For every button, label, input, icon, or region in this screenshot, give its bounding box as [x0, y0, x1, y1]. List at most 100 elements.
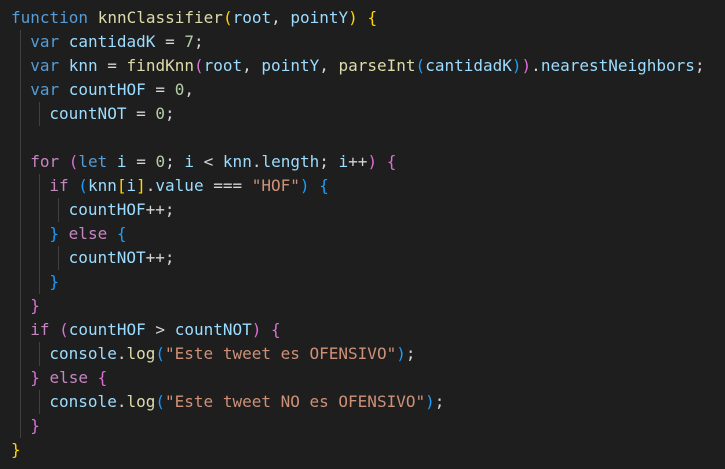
indent-guide	[38, 270, 40, 294]
code-line[interactable]: } else {	[11, 222, 725, 246]
code-line[interactable]: for (let i = 0; i < knn.length; i++) {	[11, 150, 725, 174]
code-editor[interactable]: function knnClassifier(root, pointY) { va…	[0, 0, 725, 469]
code-line[interactable]: if (knn[i].value === "HOF") {	[11, 174, 725, 198]
code-token: log	[126, 344, 156, 363]
code-token: }	[30, 416, 40, 435]
code-token: <	[194, 152, 223, 171]
indent-guide	[19, 414, 21, 438]
code-line[interactable]: }	[11, 270, 725, 294]
code-token: var	[30, 80, 60, 99]
code-token: knn	[87, 176, 117, 195]
code-token: (	[193, 56, 204, 75]
indent-guide	[19, 198, 21, 222]
code-line[interactable]: countHOF++;	[11, 198, 725, 222]
code-line[interactable]: function knnClassifier(root, pointY) {	[11, 6, 725, 30]
code-token: )	[367, 152, 378, 171]
indent-guide	[38, 174, 40, 198]
code-token: ;	[694, 56, 705, 75]
code-token: )	[425, 392, 435, 411]
code-token: ;	[405, 344, 416, 363]
code-token: )	[299, 176, 310, 195]
code-line[interactable]: }	[11, 294, 725, 318]
code-token: ]	[136, 176, 146, 195]
code-token: nearestNeighbors	[540, 56, 695, 75]
indent-guide	[57, 198, 59, 222]
code-line[interactable]: }	[11, 414, 725, 438]
indent-guide	[38, 222, 40, 246]
code-token: 0	[155, 152, 166, 171]
indent-guide	[38, 246, 40, 270]
code-token: }	[30, 368, 40, 387]
code-token: parseInt	[338, 56, 416, 75]
code-token: i	[184, 152, 195, 171]
code-token: countHOF	[68, 80, 146, 99]
code-token: let	[78, 152, 108, 171]
code-line[interactable]: var knn = findKnn(root, pointY, parseInt…	[11, 54, 725, 78]
code-line[interactable]	[11, 126, 725, 150]
code-token: i	[126, 176, 137, 195]
code-token: knn	[222, 152, 252, 171]
code-line[interactable]: if (countHOF > countNOT) {	[11, 318, 725, 342]
code-token: =	[155, 32, 185, 51]
code-token: {	[367, 8, 378, 27]
indent-guide	[19, 30, 21, 54]
code-token: ;	[319, 152, 339, 171]
code-line[interactable]: var countHOF = 0,	[11, 78, 725, 102]
code-token: log	[126, 392, 156, 411]
code-line[interactable]: countNOT = 0;	[11, 102, 725, 126]
code-token: =	[145, 80, 175, 99]
code-token: )	[251, 320, 262, 339]
code-token: console	[49, 344, 117, 363]
code-line[interactable]: console.log("Este tweet NO es OFENSIVO")…	[11, 390, 725, 414]
code-line-text: countNOT++;	[11, 248, 175, 267]
code-line[interactable]: countNOT++;	[11, 246, 725, 270]
code-token: ++;	[145, 200, 175, 219]
code-line[interactable]: console.log("Este tweet es OFENSIVO");	[11, 342, 725, 366]
code-token: .	[531, 56, 541, 75]
code-token: ,	[184, 80, 194, 99]
indent-guide	[19, 246, 21, 270]
indent-guide	[19, 174, 21, 198]
code-token: =	[126, 152, 156, 171]
code-line-text: var cantidadK = 7;	[11, 32, 203, 51]
code-line[interactable]: var cantidadK = 7;	[11, 30, 725, 54]
code-token: "Este tweet NO es OFENSIVO"	[165, 392, 426, 411]
code-line-text: if (countHOF > countNOT) {	[11, 320, 281, 339]
code-token: value	[155, 176, 204, 195]
indent-guide	[38, 198, 40, 222]
code-token: findKnn	[126, 56, 194, 75]
code-token: console	[49, 392, 117, 411]
code-token: =	[97, 56, 127, 75]
code-token: ++	[348, 152, 368, 171]
code-token: else	[49, 368, 88, 387]
code-token: ;	[434, 392, 445, 411]
indent-guide	[38, 342, 40, 366]
code-line[interactable]: } else {	[11, 366, 725, 390]
code-line-text: var knn = findKnn(root, pointY, parseInt…	[11, 56, 705, 75]
code-token: root	[203, 56, 243, 75]
indent-guide	[19, 294, 21, 318]
code-token: length	[261, 152, 320, 171]
indent-guide	[19, 318, 21, 342]
code-line[interactable]: }	[11, 438, 725, 462]
code-token: =	[126, 104, 156, 123]
code-line-text: }	[11, 296, 40, 315]
code-token: (	[155, 344, 166, 363]
code-token: i	[116, 152, 127, 171]
code-line-text: } else {	[11, 224, 126, 243]
code-token: "Este tweet es OFENSIVO"	[165, 344, 397, 363]
code-token: (	[59, 320, 69, 339]
code-line-text: function knnClassifier(root, pointY) {	[11, 8, 377, 27]
indent-guide	[19, 222, 21, 246]
code-token: )	[521, 56, 532, 75]
code-token: (	[68, 152, 79, 171]
code-area[interactable]: function knnClassifier(root, pointY) { va…	[11, 6, 725, 462]
